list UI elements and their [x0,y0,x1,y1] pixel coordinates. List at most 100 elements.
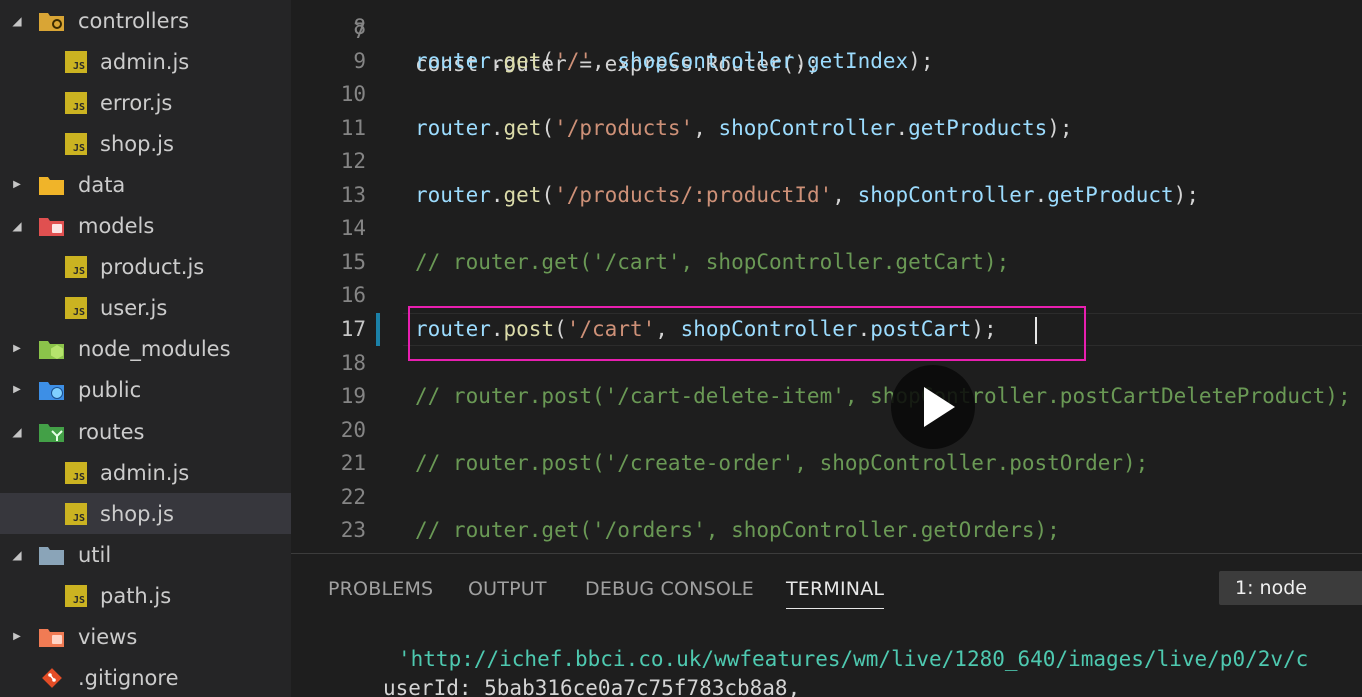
line-number: 22 [340,484,366,509]
code-token: get [503,182,542,207]
explorer-folder-models[interactable]: ◢ models [0,206,291,247]
explorer-item-label: node_modules [78,337,231,362]
code-token: // router.get('/orders', shopController.… [415,518,1060,543]
explorer-file-product-js[interactable]: JS product.js [0,247,291,288]
code-token: shopController [857,182,1035,207]
explorer-folder-controllers[interactable]: ◢ controllers [0,0,291,41]
line-number: 16 [340,283,366,308]
js-file-icon: JS [62,584,90,608]
code-line[interactable]: 13 router.get('/products/:productId', sho… [291,179,1362,212]
js-file-icon: JS [62,461,90,485]
tab-debug-console[interactable]: DEBUG CONSOLE [585,578,754,600]
terminal-select-dropdown[interactable]: 1: node [1219,571,1362,605]
code-line[interactable]: 8 [291,11,1362,44]
code-editor[interactable]: 7 const router = express.Router(); 8 9 rou… [291,0,1362,553]
code-line[interactable]: 23 // router.get('/orders', shopControlle… [291,514,1362,547]
explorer-item-label: admin.js [100,49,190,74]
code-token: router [415,115,491,140]
line-number: 19 [340,384,366,409]
code-line[interactable]: 15 // router.get('/cart', shopController.… [291,246,1362,279]
folder-views-icon [38,625,66,649]
code-line[interactable]: 22 [291,481,1362,514]
code-token: ( [541,115,555,140]
line-code: // router.post('/create-order', shopCont… [415,447,1148,480]
code-line[interactable]: 9 router.get('/', shopController.getIndex… [291,45,1362,78]
explorer-item-label: path.js [100,583,172,608]
js-badge: JS [65,461,87,484]
chevron-down-icon[interactable]: ◢ [10,548,24,562]
explorer-folder-routes[interactable]: ◢ routes [0,411,291,452]
explorer-item-label: routes [78,419,145,444]
code-line[interactable]: 19 // router.post('/cart-delete-item', sh… [291,380,1362,413]
code-token: ); [1047,115,1073,140]
code-token: shopController [718,115,896,140]
text-cursor [1035,317,1037,344]
explorer-folder-gitignore[interactable]: .gitignore [0,658,291,697]
code-token: getIndex [807,48,909,73]
code-token: , [832,182,858,207]
code-line[interactable]: 14 [291,212,1362,245]
js-file-icon: JS [62,255,90,279]
line-number: 12 [340,149,366,174]
line-number: 14 [340,216,366,241]
code-token: shopController [617,48,795,73]
annotation-highlight-box [408,306,1086,361]
code-token: ); [1173,182,1199,207]
js-badge: JS [65,502,87,525]
line-code: // router.post('/cart-delete-item', shop… [415,380,1351,413]
js-file-icon: JS [62,132,90,156]
explorer-file-admin-js[interactable]: JS admin.js [0,452,291,493]
chevron-down-icon[interactable]: ◢ [10,14,24,28]
file-explorer: ◢ controllers JS admin.js JS error.js JS shop.j… [0,0,291,697]
code-line[interactable]: 20 [291,414,1362,447]
explorer-folder-data[interactable]: ▶ data [0,164,291,205]
explorer-file-user-js[interactable]: JS user.js [0,288,291,329]
code-line[interactable]: 10 [291,78,1362,111]
tab-terminal[interactable]: TERMINAL [786,578,885,609]
chevron-right-icon[interactable]: ▶ [10,342,24,356]
explorer-folder-views[interactable]: ▶ views [0,617,291,658]
chevron-down-icon[interactable]: ◢ [10,425,24,439]
line-number: 8 [353,15,366,39]
line-number: 13 [340,182,366,207]
js-badge: JS [65,256,87,279]
line-number: 9 [353,48,366,73]
code-line[interactable]: 11 router.get('/products', shopController… [291,112,1362,145]
js-file-icon: JS [62,296,90,320]
tab-output[interactable]: OUTPUT [468,578,547,600]
explorer-file-path-js[interactable]: JS path.js [0,575,291,616]
line-number: 23 [340,518,366,543]
chevron-right-icon[interactable]: ▶ [10,178,24,192]
js-file-icon: JS [62,502,90,526]
code-token: ); [908,48,934,73]
terminal-output-line: userId: 5bab316ce0a7c75f783cb8a8, [383,676,801,697]
code-token: // router.get('/cart', shopController.ge… [415,249,1010,274]
explorer-file-shop-js[interactable]: JS shop.js [0,123,291,164]
chevron-down-icon[interactable]: ◢ [10,219,24,233]
code-token: // router.post('/create-order', shopCont… [415,451,1149,476]
code-token: . [1034,182,1048,207]
code-line[interactable]: 21 // router.post('/create-order', shopCo… [291,447,1362,480]
js-badge: JS [65,50,87,73]
code-token: ( [541,48,555,73]
explorer-file-error-js[interactable]: JS error.js [0,82,291,123]
explorer-file-shop-js[interactable]: JS shop.js [0,493,291,535]
explorer-item-label: views [78,625,138,649]
explorer-file-admin-js[interactable]: JS admin.js [0,41,291,82]
line-code: router.get('/', shopController.getIndex)… [415,45,933,78]
explorer-folder-util[interactable]: ◢ util [0,534,291,575]
code-token: // router.post('/cart-delete-item', shop… [415,384,1351,409]
line-number: 10 [340,82,366,107]
chevron-right-icon[interactable]: ▶ [10,383,24,397]
explorer-folder-public[interactable]: ▶ public [0,370,291,411]
bottom-panel: PROBLEMS OUTPUT DEBUG CONSOLE TERMINAL 1… [291,553,1362,697]
code-token: ( [541,182,555,207]
code-line[interactable]: 12 [291,145,1362,178]
explorer-item-label: user.js [100,296,168,321]
chevron-right-icon[interactable]: ▶ [10,630,24,644]
tab-problems[interactable]: PROBLEMS [328,578,433,600]
js-badge: JS [65,297,87,320]
play-button[interactable] [891,365,975,449]
code-token: router [415,182,491,207]
explorer-folder-node-modules[interactable]: ▶ node_modules [0,329,291,370]
